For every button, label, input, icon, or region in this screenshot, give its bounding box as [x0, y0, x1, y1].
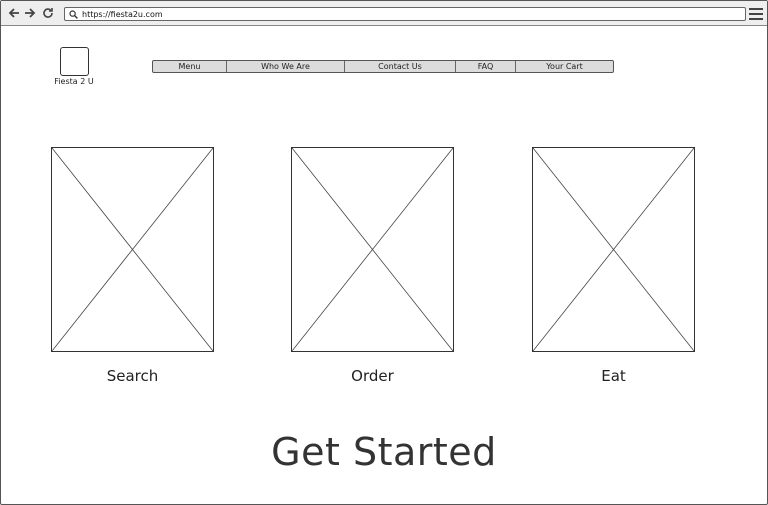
eat-image-placeholder[interactable]	[532, 147, 695, 352]
back-arrow-icon[interactable]	[6, 5, 22, 21]
nav-item-your-cart[interactable]: Your Cart	[516, 61, 613, 72]
nav-item-menu[interactable]: Menu	[153, 61, 227, 72]
nav-item-faq[interactable]: FAQ	[456, 61, 516, 72]
main-navigation: Menu Who We Are Contact Us FAQ Your Cart	[152, 60, 614, 73]
nav-item-who-we-are[interactable]: Who We Are	[227, 61, 345, 72]
address-text: https://fiesta2u.com	[82, 9, 163, 19]
card-label-search: Search	[106, 367, 159, 385]
brand-name: Fiesta 2 U	[54, 77, 94, 86]
logo-image[interactable]	[60, 47, 89, 76]
forward-arrow-icon[interactable]	[22, 5, 38, 21]
reload-icon[interactable]	[40, 5, 56, 21]
hamburger-menu-icon[interactable]	[749, 7, 763, 21]
card-label-eat: Eat	[601, 367, 626, 385]
search-icon	[69, 9, 78, 19]
get-started-button[interactable]: Get Started	[0, 430, 768, 474]
card-label-order: Order	[351, 367, 394, 385]
order-image-placeholder[interactable]	[291, 147, 454, 352]
nav-item-contact-us[interactable]: Contact Us	[345, 61, 456, 72]
browser-toolbar: https://fiesta2u.com	[1, 1, 767, 26]
address-bar[interactable]: https://fiesta2u.com	[64, 7, 746, 21]
search-image-placeholder[interactable]	[51, 147, 214, 352]
